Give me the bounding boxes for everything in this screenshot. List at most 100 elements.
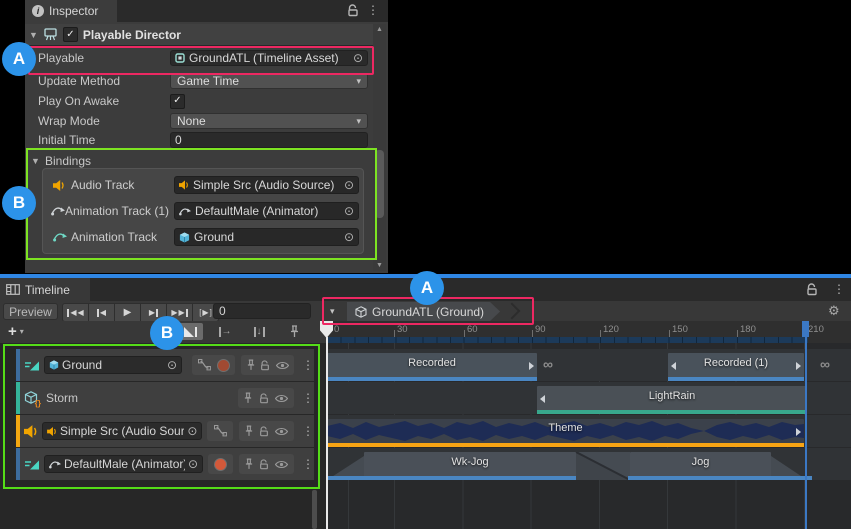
marker-pin-icon[interactable] <box>281 323 307 340</box>
clip-edge-handle[interactable] <box>796 362 801 370</box>
pin-icon[interactable] <box>247 359 255 371</box>
wrap-mode-dropdown[interactable]: None ▾ <box>170 113 368 129</box>
track-header-ground[interactable]: Ground ⊙ ⋮ <box>16 349 314 381</box>
gameobject-cube-icon <box>179 232 190 243</box>
playable-object-field[interactable]: GroundATL (Timeline Asset) ⊙ <box>170 50 368 66</box>
track-name-label: Storm <box>46 391 78 405</box>
row-wrap-mode: Wrap Mode None ▾ <box>25 111 373 131</box>
go-to-start-button[interactable]: ◀◀ <box>62 303 89 322</box>
object-picker-icon[interactable]: ⊙ <box>353 52 363 64</box>
playable-label: Playable <box>38 51 84 65</box>
play-button[interactable]: ▶ <box>115 303 141 322</box>
control-track-icon: {} <box>24 391 38 405</box>
component-title: Playable Director <box>83 28 181 42</box>
lock-icon[interactable] <box>347 4 359 17</box>
foldout-icon[interactable]: ▼ <box>29 30 38 40</box>
preview-button[interactable]: Preview <box>3 303 58 320</box>
callout-b-inspector: B <box>2 186 36 220</box>
track-header-defaultmale[interactable]: DefaultMale (Animator) ⊙ ⋮ <box>16 448 314 480</box>
track-kebab-icon[interactable]: ⋮ <box>302 458 314 470</box>
timeline-asset-icon <box>175 53 185 63</box>
track-object-field[interactable]: Simple Src (Audio Sour ⊙ <box>42 422 202 440</box>
previous-frame-button[interactable]: ◀ <box>89 303 115 322</box>
object-picker-icon[interactable]: ⊙ <box>167 359 177 371</box>
lock-icon[interactable] <box>260 360 270 371</box>
bindings-panel: Audio Track Simple Src (Audio Source) ⊙ … <box>42 168 364 254</box>
dropdown-arrow-icon: ▾ <box>356 76 361 87</box>
lock-icon[interactable] <box>259 459 269 470</box>
tab-inspector[interactable]: i Inspector <box>25 0 117 22</box>
clip-lightrain[interactable]: LightRain <box>537 386 807 414</box>
object-picker-icon[interactable]: ⊙ <box>344 205 354 217</box>
track-color-stripe <box>16 448 20 480</box>
clip-underline <box>327 476 576 480</box>
clip-recorded-1[interactable]: Recorded (1) <box>668 353 804 381</box>
track-kebab-icon[interactable]: ⋮ <box>302 425 314 437</box>
lock-icon[interactable] <box>259 393 269 404</box>
timeline-icon <box>6 284 20 295</box>
kebab-menu-icon[interactable]: ⋮ <box>367 4 379 16</box>
play-on-awake-checkbox[interactable]: ✓ <box>170 94 185 109</box>
track-header-audio[interactable]: Simple Src (Audio Sour ⊙ ⋮ <box>16 415 314 447</box>
binding-object-field[interactable]: Ground ⊙ <box>174 228 359 246</box>
pin-icon[interactable] <box>245 458 253 470</box>
frame-number-value: 0 <box>219 304 226 318</box>
replace-mode-button[interactable]: ↓ <box>246 323 272 340</box>
clip-edge-handle[interactable] <box>529 362 534 370</box>
clip-edge-handle[interactable] <box>796 428 801 436</box>
clip-underline <box>628 476 812 480</box>
playhead-line[interactable] <box>326 337 328 529</box>
binding-object-field[interactable]: DefaultMale (Animator) ⊙ <box>174 202 359 220</box>
track-object-field[interactable]: Ground ⊙ <box>44 356 182 374</box>
clip-theme-audio[interactable]: Theme <box>327 419 804 447</box>
object-picker-icon[interactable]: ⊙ <box>344 231 354 243</box>
update-method-dropdown[interactable]: Game Time ▾ <box>170 73 368 89</box>
component-header-playable-director: ▼ ✓ Playable Director ? ⋮ <box>25 24 373 46</box>
clip-recorded[interactable]: Recorded <box>327 353 537 381</box>
initial-time-label: Initial Time <box>38 133 95 147</box>
object-picker-icon[interactable]: ⊙ <box>187 425 197 437</box>
track-kebab-icon[interactable]: ⋮ <box>302 392 314 404</box>
row-play-on-awake: Play On Awake ✓ <box>25 91 373 111</box>
track-options-group <box>238 388 294 408</box>
track-object-field[interactable]: DefaultMale (Animator) ⊙ <box>44 455 203 473</box>
track-curve-record-group <box>192 355 235 375</box>
curves-icon[interactable] <box>214 425 227 437</box>
playable-value: GroundATL (Timeline Asset) <box>189 51 339 65</box>
ripple-mode-button[interactable]: → <box>212 323 238 340</box>
track-header-storm[interactable]: {} Storm ⋮ <box>16 382 314 414</box>
binding-object-field[interactable]: Simple Src (Audio Source) ⊙ <box>174 176 359 194</box>
inspector-scrollbar[interactable]: ▲ ▼ <box>373 24 386 271</box>
lock-icon[interactable] <box>259 426 269 437</box>
add-track-button[interactable]: + ▾ <box>8 323 24 340</box>
component-enabled-checkbox[interactable]: ✓ <box>63 27 78 42</box>
mute-eye-icon[interactable] <box>276 361 289 370</box>
scroll-up-icon[interactable]: ▲ <box>373 26 386 33</box>
curves-icon[interactable] <box>198 359 211 371</box>
initial-time-input[interactable]: 0 <box>170 132 368 148</box>
mute-eye-icon[interactable] <box>275 394 288 403</box>
record-button[interactable] <box>217 359 230 372</box>
clip-crossfade[interactable] <box>576 452 630 480</box>
playable-director-icon <box>43 28 58 41</box>
update-method-value: Game Time <box>177 74 239 88</box>
animation-track-icon <box>25 360 40 371</box>
scrollbar-thumb[interactable] <box>375 150 384 218</box>
object-picker-icon[interactable]: ⊙ <box>188 458 198 470</box>
object-picker-icon[interactable]: ⊙ <box>344 179 354 191</box>
pin-icon[interactable] <box>245 425 253 437</box>
timeline-vertical-scrollbar[interactable] <box>312 490 317 529</box>
scroll-down-icon[interactable]: ▼ <box>373 262 386 269</box>
foldout-icon[interactable]: ▼ <box>31 156 40 166</box>
frame-number-input[interactable]: 0 <box>213 303 311 319</box>
mute-eye-icon[interactable] <box>275 460 288 469</box>
track-kebab-icon[interactable]: ⋮ <box>302 359 314 371</box>
wrap-mode-value: None <box>177 114 206 128</box>
pin-icon[interactable] <box>244 392 252 404</box>
binding-row-audio: Audio Track Simple Src (Audio Source) ⊙ <box>43 172 363 198</box>
record-button[interactable] <box>214 458 227 471</box>
callout-b-timeline: B <box>150 316 184 350</box>
tab-timeline[interactable]: Timeline <box>0 278 90 301</box>
wrap-mode-label: Wrap Mode <box>38 114 100 128</box>
mute-eye-icon[interactable] <box>275 427 288 436</box>
